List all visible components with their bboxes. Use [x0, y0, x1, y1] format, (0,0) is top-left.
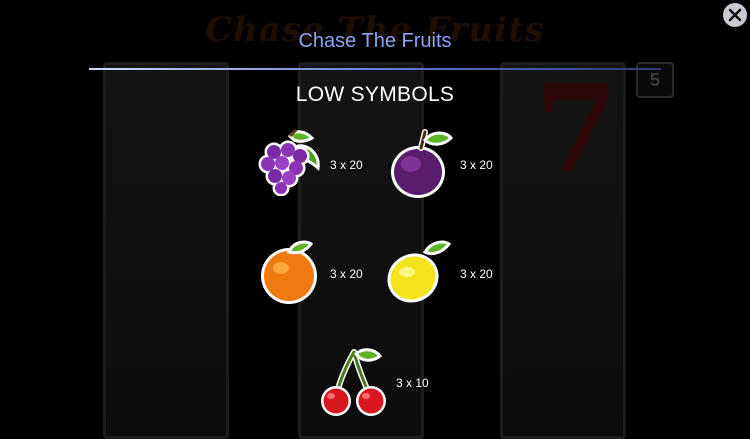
symbol-plum [385, 128, 453, 198]
payout-grapes: 3 x 20 [330, 158, 363, 172]
payout-plum: 3 x 20 [460, 158, 493, 172]
section-title: LOW SYMBOLS [295, 83, 455, 106]
cherries-icon [321, 348, 386, 416]
close-button[interactable] [723, 3, 747, 27]
paytable-title: Chase The Fruits [298, 30, 452, 52]
symbol-orange [257, 238, 321, 304]
symbol-lemon [385, 238, 452, 303]
payout-cherries: 3 x 10 [396, 376, 429, 390]
payout-orange: 3 x 20 [330, 267, 363, 281]
plum-icon [391, 129, 453, 198]
payout-lemon: 3 x 20 [460, 267, 493, 281]
title-divider [89, 68, 661, 70]
lemon-icon [387, 240, 452, 303]
close-icon [728, 8, 742, 22]
reel-1 [103, 62, 229, 439]
orange-icon [261, 240, 317, 304]
symbol-cherries [318, 346, 386, 416]
symbol-grapes [254, 128, 320, 197]
grapes-icon [258, 128, 320, 197]
